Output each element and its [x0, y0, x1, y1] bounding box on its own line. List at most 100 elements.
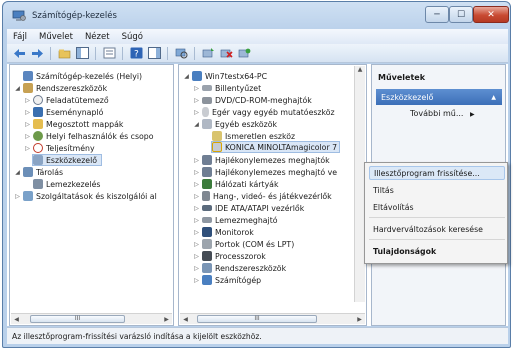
- submenu-arrow-icon: ▶: [470, 111, 475, 118]
- show-action-pane-icon[interactable]: [147, 46, 161, 60]
- tree-expander[interactable]: ▷: [193, 109, 200, 116]
- device-category-keyboard[interactable]: ▷ Billentyűzet: [193, 82, 261, 94]
- scroll-right-arrow-icon[interactable]: ▶: [354, 316, 365, 323]
- collapse-up-icon[interactable]: ▲: [491, 94, 496, 101]
- uninstall-device-icon[interactable]: [219, 46, 233, 60]
- tree-item-system-tools[interactable]: ◢ Rendszereszközök: [14, 82, 107, 94]
- tree-expander[interactable]: ▷: [24, 121, 31, 128]
- context-properties[interactable]: Tulajdonságok: [369, 244, 505, 258]
- disk-drive-icon: [202, 217, 212, 223]
- device-horizontal-scrollbar[interactable]: ◀ III ▶: [180, 313, 365, 324]
- show-tree-icon[interactable]: [75, 46, 89, 60]
- device-category-system[interactable]: ▷ Rendszereszközök: [193, 262, 286, 274]
- tree-expander[interactable]: ◢: [183, 73, 190, 80]
- tree-expander[interactable]: ▷: [193, 253, 200, 260]
- tree-expander[interactable]: ▷: [14, 193, 21, 200]
- tree-item-performance[interactable]: ▷ Teljesítmény: [24, 142, 95, 154]
- tree-expander[interactable]: ▷: [193, 241, 200, 248]
- scroll-thumb[interactable]: III: [30, 315, 125, 323]
- scan-hardware-icon[interactable]: [174, 46, 188, 60]
- tree-expander[interactable]: ▷: [193, 277, 200, 284]
- menu-action[interactable]: Művelet: [33, 32, 79, 42]
- disk-management-icon: [33, 179, 43, 189]
- tree-expander[interactable]: ◢: [193, 121, 200, 128]
- tree-expander[interactable]: ▷: [193, 265, 200, 272]
- tree-item-services[interactable]: ▷ Szolgáltatások és kiszolgálói al: [14, 190, 157, 202]
- tree-expander[interactable]: ▷: [24, 133, 31, 140]
- device-category-other[interactable]: ◢ Egyéb eszközök: [193, 118, 277, 130]
- close-button[interactable]: ✕: [473, 6, 509, 23]
- tree-expander[interactable]: ▷: [193, 85, 200, 92]
- scroll-left-arrow-icon[interactable]: ◀: [180, 316, 191, 323]
- menu-view[interactable]: Nézet: [79, 32, 116, 42]
- device-category-network[interactable]: ▷ Hálózati kártyák: [193, 178, 278, 190]
- tree-item-shared-folders[interactable]: ▷ Megosztott mappák: [24, 118, 123, 130]
- tree-item-local-users[interactable]: ▷ Helyi felhasználók és csopo: [24, 130, 154, 142]
- tree-item-disk-management[interactable]: Lemezkezelés: [33, 178, 100, 190]
- tree-expander[interactable]: ◢: [14, 85, 21, 92]
- minimize-button[interactable]: ─: [425, 6, 449, 23]
- tree-expander[interactable]: ▷: [193, 229, 200, 236]
- toolbar-separator: [50, 46, 51, 60]
- context-update-driver[interactable]: Illesztőprogram frissítése...: [369, 166, 505, 180]
- tree-item-storage[interactable]: ◢ Tárolás: [14, 166, 63, 178]
- context-disable[interactable]: Tiltás: [369, 183, 505, 197]
- help-icon[interactable]: ?: [129, 46, 143, 60]
- export-list-icon[interactable]: [102, 46, 116, 60]
- tree-item-computer-management[interactable]: Számítógép-kezelés (Helyi): [14, 70, 142, 82]
- back-arrow-icon[interactable]: [12, 46, 26, 60]
- context-scan-hardware[interactable]: Hardverváltozások keresése: [369, 222, 505, 236]
- scroll-up-arrow-icon[interactable]: ▲: [355, 66, 365, 73]
- tree-item-label: Rendszereszközök: [215, 263, 287, 273]
- update-driver-icon[interactable]: [201, 46, 215, 60]
- tree-item-label: Monitorok: [215, 227, 254, 237]
- tree-expander[interactable]: ▷: [193, 97, 200, 104]
- tree-expander[interactable]: ▷: [193, 193, 200, 200]
- device-category-monitors[interactable]: ▷ Monitorok: [193, 226, 254, 238]
- device-category-dvd[interactable]: ▷ DVD/CD-ROM-meghajtók: [193, 94, 312, 106]
- more-actions-link[interactable]: További mű... ▶: [410, 109, 475, 118]
- dvd-drive-icon: [202, 96, 212, 104]
- tree-expander[interactable]: ▷: [193, 169, 200, 176]
- device-category-disk-drive[interactable]: ▷ Lemezmeghajtó: [193, 214, 277, 226]
- forward-arrow-icon[interactable]: [30, 46, 44, 60]
- device-category-sound[interactable]: ▷ Hang-, videó- és játékvezérlők: [193, 190, 332, 202]
- device-category-ports[interactable]: ▷ Portok (COM és LPT): [193, 238, 294, 250]
- scroll-right-arrow-icon[interactable]: ▶: [161, 316, 172, 323]
- device-category-processors[interactable]: ▷ Processzorok: [193, 250, 266, 262]
- tree-expander[interactable]: ▷: [24, 97, 31, 104]
- device-category-computer[interactable]: ▷ Számítógép: [193, 274, 261, 286]
- menu-bar: Fájl Művelet Nézet Súgó: [7, 29, 508, 44]
- tree-item-event-viewer[interactable]: ▷ Eseménynapló: [24, 106, 103, 118]
- enable-device-icon[interactable]: [237, 46, 251, 60]
- context-uninstall[interactable]: Eltávolítás: [369, 200, 505, 214]
- actions-section-device-manager[interactable]: Eszközkezelő ▲: [376, 89, 502, 105]
- device-root[interactable]: ◢ Win7testx64-PC: [183, 70, 267, 82]
- floppy-drive-icon: [202, 155, 212, 165]
- tree-expander[interactable]: ▷: [193, 205, 200, 212]
- tree-expander[interactable]: ▷: [24, 109, 31, 116]
- scroll-left-arrow-icon[interactable]: ◀: [11, 316, 22, 323]
- floppy-controller-icon: [202, 167, 212, 177]
- tree-item-task-scheduler[interactable]: ▷ Feladatütemező: [24, 94, 109, 106]
- menu-help[interactable]: Súgó: [116, 32, 149, 42]
- tree-item-label: Egér vagy egyéb mutatóeszköz: [212, 107, 335, 117]
- device-category-mouse[interactable]: ▷ Egér vagy egyéb mutatóeszköz: [193, 106, 335, 118]
- tree-expander[interactable]: ▷: [193, 181, 200, 188]
- title-bar[interactable]: Számítógép-kezelés ─ ☐ ✕: [3, 2, 510, 30]
- left-horizontal-scrollbar[interactable]: ◀ III ▶: [11, 313, 172, 324]
- tree-expander[interactable]: ▷: [193, 217, 200, 224]
- maximize-button[interactable]: ☐: [449, 6, 473, 23]
- device-category-ide[interactable]: ▷ IDE ATA/ATAPI vezérlők: [193, 202, 304, 214]
- tree-expander[interactable]: ◢: [14, 169, 21, 176]
- tree-expander[interactable]: ▷: [193, 157, 200, 164]
- tree-item-device-manager[interactable]: Eszközkezelő: [32, 154, 103, 166]
- device-category-floppy-controller[interactable]: ▷ Hajlékonylemezes meghajtó ve: [193, 166, 337, 178]
- tree-expander[interactable]: ▷: [24, 145, 31, 152]
- up-folder-icon[interactable]: [57, 46, 71, 60]
- device-konica-minolta[interactable]: KONICA MINOLTAmagicolor 7: [211, 141, 341, 153]
- menu-file[interactable]: Fájl: [7, 32, 33, 42]
- mouse-icon: [202, 107, 209, 117]
- device-category-floppy[interactable]: ▷ Hajlékonylemezes meghajtók: [193, 154, 330, 166]
- scroll-thumb[interactable]: III: [197, 315, 317, 323]
